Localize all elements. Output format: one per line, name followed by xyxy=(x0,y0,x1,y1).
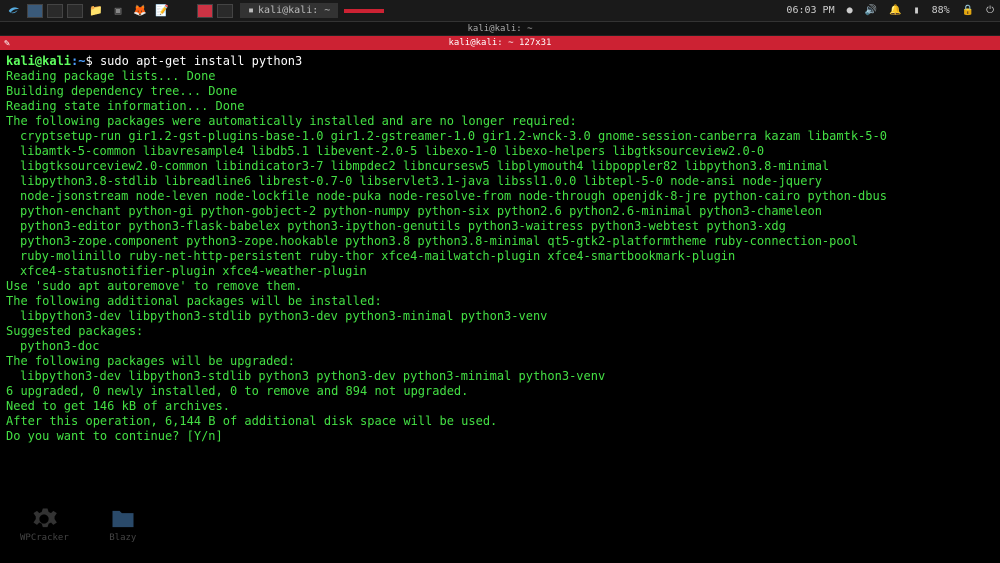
output-line: python3-zope.component python3-zope.hook… xyxy=(6,234,994,249)
output-line: Building dependency tree... Done xyxy=(6,84,994,99)
terminal[interactable]: kali@kali:~$ sudo apt-get install python… xyxy=(0,50,1000,448)
workspace-1[interactable] xyxy=(27,4,43,18)
output-line: libgtksourceview2.0-common libindicator3… xyxy=(6,159,994,174)
output-line: libamtk-5-common libavresample4 libdb5.1… xyxy=(6,144,994,159)
volume-icon[interactable]: 🔊 xyxy=(865,5,877,16)
output-line: libpython3.8-stdlib libreadline6 librest… xyxy=(6,174,994,189)
output-line: The following packages were automaticall… xyxy=(6,114,994,129)
command-text: sudo apt-get install python3 xyxy=(100,54,302,68)
desktop-icon-label: Blazy xyxy=(109,533,136,543)
workspace-indicator-1[interactable] xyxy=(197,4,213,18)
output-line: Reading state information... Done xyxy=(6,99,994,114)
taskbar-record-task[interactable] xyxy=(344,9,384,13)
terminal-tab[interactable]: ✎ kali@kali: ~ 127x31 xyxy=(0,36,1000,50)
desktop-icon-blazy[interactable]: Blazy xyxy=(109,505,137,543)
output-line: The following packages will be upgraded: xyxy=(6,354,994,369)
power-icon[interactable]: ⏻ xyxy=(986,5,994,16)
output-line: python3-doc xyxy=(6,339,994,354)
output-line: Suggested packages: xyxy=(6,324,994,339)
output-line: Need to get 146 kB of archives. xyxy=(6,399,994,414)
gear-icon xyxy=(30,505,58,533)
output-line: 6 upgraded, 0 newly installed, 0 to remo… xyxy=(6,384,994,399)
prompt-continue[interactable]: Do you want to continue? [Y/n] xyxy=(6,429,994,444)
desktop-icon-wpcracker[interactable]: WPCracker xyxy=(20,505,69,543)
output-line: xfce4-statusnotifier-plugin xfce4-weathe… xyxy=(6,264,994,279)
terminal-launcher-icon[interactable]: ▣ xyxy=(108,2,128,20)
battery-icon[interactable]: ▮ xyxy=(914,5,920,16)
prompt-path: :~ xyxy=(71,54,85,68)
output-line: The following additional packages will b… xyxy=(6,294,994,309)
tab-menu-icon[interactable]: ✎ xyxy=(4,37,10,51)
output-line: Reading package lists... Done xyxy=(6,69,994,84)
prompt-dollar: $ xyxy=(85,54,92,68)
output-line: python3-editor python3-flask-babelex pyt… xyxy=(6,219,994,234)
taskbar-terminal-task[interactable]: ▪ kali@kali: ~ xyxy=(240,3,338,18)
workspace-3[interactable] xyxy=(67,4,83,18)
file-manager-icon[interactable]: 📁 xyxy=(86,2,106,20)
record-icon[interactable]: ● xyxy=(847,5,853,16)
notifications-icon[interactable]: 🔔 xyxy=(889,5,901,16)
output-line: python-enchant python-gi python-gobject-… xyxy=(6,204,994,219)
prompt-line: kali@kali:~$ sudo apt-get install python… xyxy=(6,54,994,69)
prompt-host: @kali xyxy=(35,54,71,68)
window-title-bar: kali@kali: ~ xyxy=(0,22,1000,36)
kali-menu-icon[interactable] xyxy=(4,2,24,20)
prompt-user: kali xyxy=(6,54,35,68)
output-line: libpython3-dev libpython3-stdlib python3… xyxy=(6,369,994,384)
folder-icon xyxy=(109,505,137,533)
desktop-icons: WPCracker Blazy xyxy=(20,505,137,543)
workspace-2[interactable] xyxy=(47,4,63,18)
output-line: After this operation, 6,144 B of additio… xyxy=(6,414,994,429)
output-line: ruby-molinillo ruby-net-http-persistent … xyxy=(6,249,994,264)
output-line: libpython3-dev libpython3-stdlib python3… xyxy=(6,309,994,324)
desktop-icon-label: WPCracker xyxy=(20,533,69,543)
text-editor-icon[interactable]: 📝 xyxy=(152,2,172,20)
output-line: Use 'sudo apt autoremove' to remove them… xyxy=(6,279,994,294)
workspace-indicator-2[interactable] xyxy=(217,4,233,18)
lock-icon[interactable]: 🔒 xyxy=(962,5,974,16)
taskbar: 📁 ▣ 🦊 📝 ▪ kali@kali: ~ 06:03 PM ● 🔊 🔔 ▮ … xyxy=(0,0,1000,22)
battery-percent: 88% xyxy=(932,5,950,16)
browser-icon[interactable]: 🦊 xyxy=(130,2,150,20)
output-line: cryptsetup-run gir1.2-gst-plugins-base-1… xyxy=(6,129,994,144)
clock[interactable]: 06:03 PM xyxy=(786,5,834,16)
output-line: node-jsonstream node-leven node-lockfile… xyxy=(6,189,994,204)
